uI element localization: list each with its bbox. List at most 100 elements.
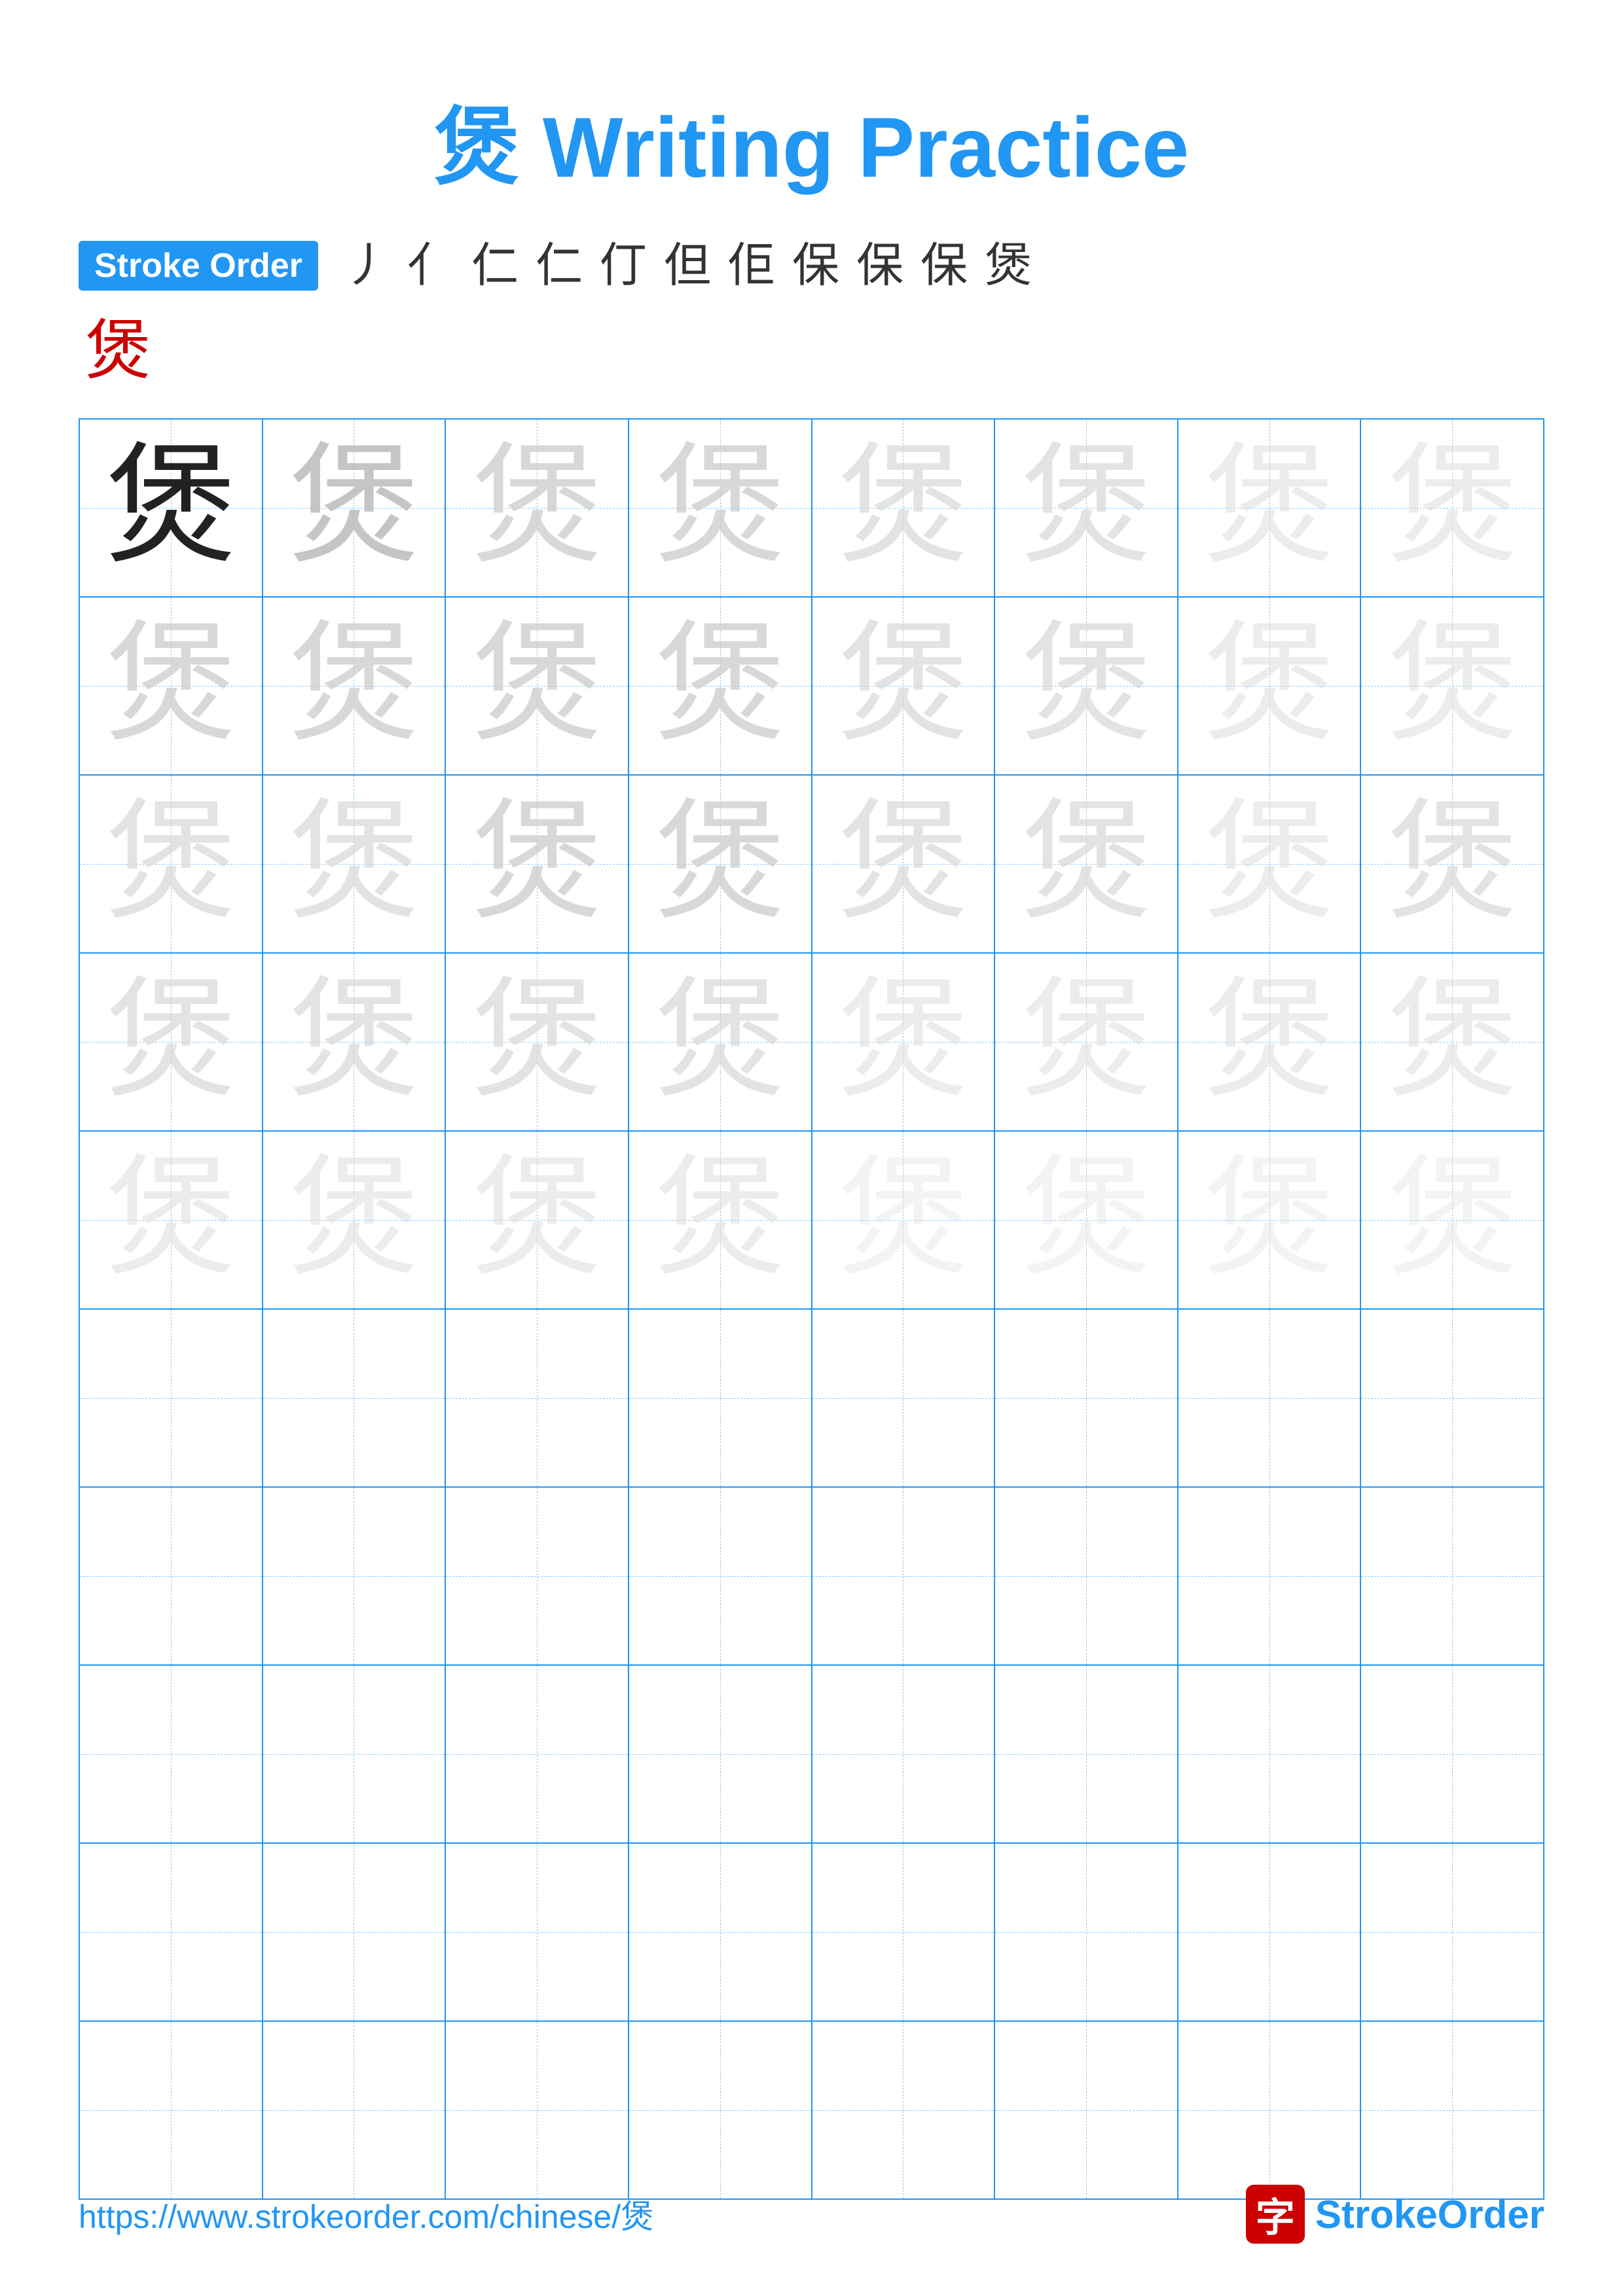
- grid-cell: 煲: [812, 598, 996, 774]
- grid-row-3: 煲 煲 煲 煲 煲 煲 煲 煲: [80, 776, 1543, 954]
- grid-row-8: [80, 1666, 1543, 1844]
- grid-cell: 煲: [812, 776, 996, 952]
- grid-cell: 煲: [80, 776, 263, 952]
- stroke-1: 丿: [343, 242, 390, 289]
- grid-cell-empty[interactable]: [263, 1666, 447, 1842]
- grid-cell-empty[interactable]: [995, 1488, 1178, 1664]
- grid-cell: 煲: [1361, 954, 1543, 1130]
- logo-text: StrokeOrder: [1315, 2192, 1544, 2237]
- grid-cell: 煲: [446, 1132, 629, 1308]
- stroke-6: 但: [664, 242, 711, 289]
- grid-cell-empty[interactable]: [1361, 2022, 1543, 2198]
- grid-cell-empty[interactable]: [629, 1666, 812, 1842]
- grid-cell: 煲: [812, 1132, 996, 1308]
- grid-cell-empty[interactable]: [80, 1488, 263, 1664]
- grid-cell-empty[interactable]: [812, 1666, 996, 1842]
- grid-cell: 煲: [80, 420, 263, 596]
- grid-cell-empty[interactable]: [1361, 1666, 1543, 1842]
- grid-cell: 煲: [446, 420, 629, 596]
- grid-cell-empty[interactable]: [629, 1844, 812, 2020]
- grid-cell-empty[interactable]: [80, 2022, 263, 2198]
- grid-cell-empty[interactable]: [446, 1666, 629, 1842]
- logo-icon: 字: [1246, 2185, 1305, 2244]
- grid-row-2: 煲 煲 煲 煲 煲 煲 煲 煲: [80, 598, 1543, 776]
- grid-cell-empty[interactable]: [629, 2022, 812, 2198]
- stroke-3: 仁: [471, 242, 519, 289]
- stroke-11: 煲: [985, 242, 1032, 289]
- grid-cell-empty[interactable]: [80, 1310, 263, 1486]
- grid-cell-empty[interactable]: [446, 1844, 629, 2020]
- grid-cell: 煲: [1361, 420, 1543, 596]
- grid-cell-empty[interactable]: [812, 1844, 996, 2020]
- grid-cell: 煲: [995, 420, 1178, 596]
- grid-cell-empty[interactable]: [1178, 1844, 1362, 2020]
- stroke-order-second-row: 煲: [79, 297, 151, 392]
- stroke-5: 仃: [600, 242, 647, 289]
- footer-logo: 字 StrokeOrder: [1246, 2185, 1544, 2244]
- grid-row-7: [80, 1488, 1543, 1666]
- grid-cell: 煲: [995, 598, 1178, 774]
- stroke-10: 保: [921, 242, 968, 289]
- grid-row-9: [80, 1844, 1543, 2022]
- grid-cell: 煲: [995, 954, 1178, 1130]
- grid-cell-empty[interactable]: [995, 1666, 1178, 1842]
- grid-cell-empty[interactable]: [629, 1310, 812, 1486]
- grid-cell: 煲: [263, 776, 447, 952]
- grid-cell-empty[interactable]: [812, 1310, 996, 1486]
- grid-row-6: [80, 1310, 1543, 1488]
- grid-cell: 煲: [812, 954, 996, 1130]
- grid-cell-empty[interactable]: [812, 2022, 996, 2198]
- grid-cell-empty[interactable]: [263, 1488, 447, 1664]
- grid-cell-empty[interactable]: [995, 2022, 1178, 2198]
- stroke-order-row: Stroke Order 丿 亻 仁 仁 仃 但 佢 保 保 保 煲: [79, 241, 1037, 291]
- grid-cell-empty[interactable]: [263, 1310, 447, 1486]
- grid-cell: 煲: [629, 954, 812, 1130]
- grid-cell-empty[interactable]: [446, 1310, 629, 1486]
- stroke-7: 佢: [728, 242, 775, 289]
- grid-row-1: 煲 煲 煲 煲 煲 煲 煲 煲: [80, 420, 1543, 598]
- grid-cell-empty[interactable]: [1178, 1666, 1362, 1842]
- grid-cell: 煲: [1178, 954, 1362, 1130]
- stroke-4: 仁: [536, 242, 583, 289]
- grid-cell: 煲: [629, 776, 812, 952]
- footer-url: https://www.strokeorder.com/chinese/煲: [79, 2191, 653, 2238]
- grid-cell-empty[interactable]: [1178, 1488, 1362, 1664]
- grid-cell-empty[interactable]: [1361, 1844, 1543, 2020]
- grid-cell: 煲: [1178, 598, 1362, 774]
- stroke-char-large: 煲: [85, 297, 151, 392]
- grid-cell: 煲: [995, 1132, 1178, 1308]
- grid-cell: 煲: [1361, 1132, 1543, 1308]
- grid-cell-empty[interactable]: [446, 1488, 629, 1664]
- stroke-order-badge: Stroke Order: [79, 241, 318, 291]
- grid-row-4: 煲 煲 煲 煲 煲 煲 煲 煲: [80, 954, 1543, 1132]
- grid-cell: 煲: [263, 598, 447, 774]
- grid-cell-empty[interactable]: [1178, 1310, 1362, 1486]
- grid-cell-empty[interactable]: [629, 1488, 812, 1664]
- grid-cell: 煲: [812, 420, 996, 596]
- grid-cell: 煲: [80, 598, 263, 774]
- grid-cell-empty[interactable]: [80, 1666, 263, 1842]
- footer: https://www.strokeorder.com/chinese/煲 字 …: [79, 2185, 1544, 2244]
- grid-cell-empty[interactable]: [1361, 1488, 1543, 1664]
- grid-cell-empty[interactable]: [263, 2022, 447, 2198]
- grid-cell: 煲: [629, 420, 812, 596]
- grid-cell: 煲: [263, 1132, 447, 1308]
- stroke-8: 保: [792, 242, 839, 289]
- grid-cell: 煲: [1178, 420, 1362, 596]
- page-title: 煲 Writing Practice: [434, 79, 1189, 202]
- grid-cell-empty[interactable]: [263, 1844, 447, 2020]
- grid-cell-empty[interactable]: [995, 1844, 1178, 2020]
- stroke-9: 保: [856, 242, 903, 289]
- grid-cell: 煲: [80, 1132, 263, 1308]
- grid-cell-empty[interactable]: [995, 1310, 1178, 1486]
- grid-cell: 煲: [995, 776, 1178, 952]
- grid-cell-empty[interactable]: [1178, 2022, 1362, 2198]
- grid-cell-empty[interactable]: [1361, 1310, 1543, 1486]
- grid-row-5: 煲 煲 煲 煲 煲 煲 煲 煲: [80, 1132, 1543, 1310]
- grid-cell-empty[interactable]: [446, 2022, 629, 2198]
- grid-cell: 煲: [1361, 598, 1543, 774]
- practice-grid: 煲 煲 煲 煲 煲 煲 煲 煲 煲 煲 煲 煲 煲 煲 煲 煲 煲 煲 煲 煲 …: [79, 418, 1544, 2200]
- grid-cell-empty[interactable]: [812, 1488, 996, 1664]
- grid-cell-empty[interactable]: [80, 1844, 263, 2020]
- grid-cell: 煲: [1178, 1132, 1362, 1308]
